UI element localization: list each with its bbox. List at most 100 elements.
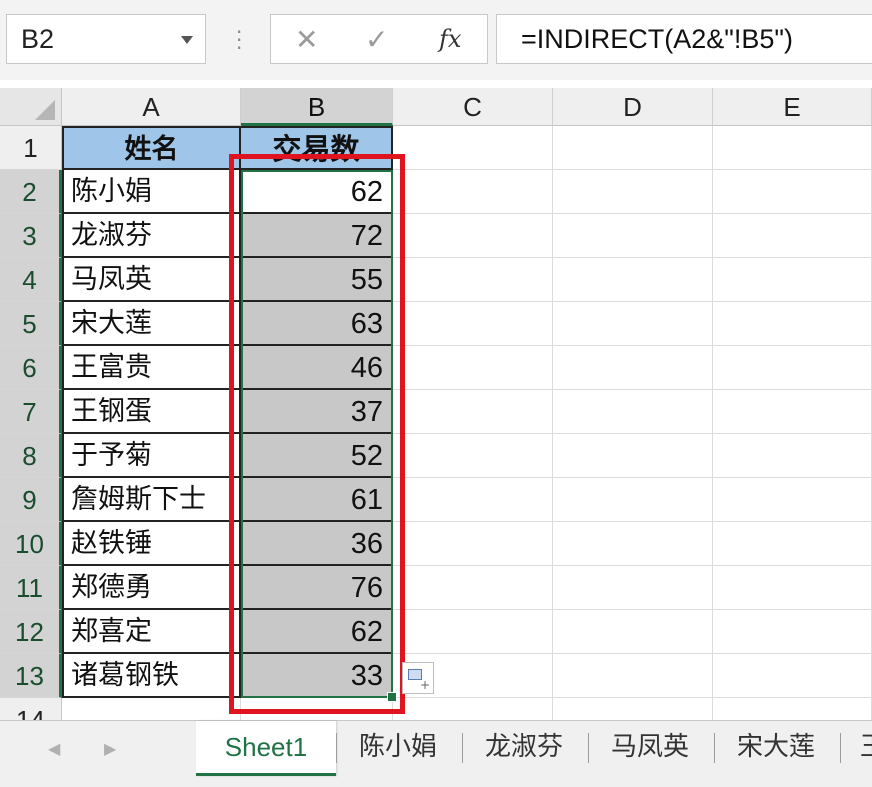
cell-name[interactable]: 诸葛钢铁 [62,654,241,698]
row-header[interactable]: 8 [0,434,62,478]
empty-cell[interactable] [553,214,713,258]
cell-name[interactable] [62,698,241,720]
empty-cell[interactable] [713,654,872,698]
row-header[interactable]: 5 [0,302,62,346]
empty-cell[interactable] [553,522,713,566]
empty-cell[interactable] [713,610,872,654]
cell-name[interactable]: 王钢蛋 [62,390,241,434]
empty-cell[interactable] [553,610,713,654]
row-header[interactable]: 1 [0,126,62,170]
cell-name[interactable]: 郑喜定 [62,610,241,654]
empty-cell[interactable] [713,302,872,346]
empty-cell[interactable] [713,698,872,720]
empty-cell[interactable] [553,478,713,522]
cell-name[interactable]: 赵铁锤 [62,522,241,566]
empty-cell[interactable] [713,346,872,390]
empty-cell[interactable] [713,214,872,258]
empty-cell[interactable] [713,434,872,478]
row-header[interactable]: 2 [0,170,62,214]
cell-count[interactable]: 37 [241,390,393,434]
cell-count[interactable]: 63 [241,302,393,346]
fill-handle[interactable] [387,692,397,702]
cell-count[interactable]: 33 [241,654,393,698]
column-header-c[interactable]: C [393,88,553,126]
more-options-icon[interactable]: · · · [236,22,242,58]
sheet-tab[interactable]: 马凤英 [588,721,712,773]
insert-function-icon[interactable]: fx [439,25,461,53]
chevron-down-icon[interactable] [181,36,193,44]
cell-count[interactable]: 46 [241,346,393,390]
column-header-a[interactable]: A [62,88,241,126]
row-header[interactable]: 9 [0,478,62,522]
empty-cell[interactable] [393,126,553,170]
name-box[interactable]: B2 [6,14,206,64]
cell-count[interactable]: 72 [241,214,393,258]
empty-cell[interactable] [553,170,713,214]
empty-cell[interactable] [393,346,553,390]
empty-cell[interactable] [553,566,713,610]
empty-cell[interactable] [393,434,553,478]
empty-cell[interactable] [553,390,713,434]
empty-cell[interactable] [553,126,713,170]
column-header-d[interactable]: D [553,88,713,126]
cell-name[interactable]: 马凤英 [62,258,241,302]
empty-cell[interactable] [553,302,713,346]
empty-cell[interactable] [713,390,872,434]
enter-icon[interactable]: ✓ [365,23,388,56]
empty-cell[interactable] [393,522,553,566]
empty-cell[interactable] [393,214,553,258]
empty-cell[interactable] [393,258,553,302]
row-header[interactable]: 13 [0,654,62,698]
cell-name[interactable]: 陈小娟 [62,170,241,214]
header-cell-name[interactable]: 姓名 [62,126,241,170]
cell-name[interactable]: 龙淑芬 [62,214,241,258]
empty-cell[interactable] [553,258,713,302]
cell-name[interactable]: 于予菊 [62,434,241,478]
empty-cell[interactable] [393,566,553,610]
empty-cell[interactable] [713,126,872,170]
row-header[interactable]: 10 [0,522,62,566]
empty-cell[interactable] [553,698,713,720]
cell-name[interactable]: 宋大莲 [62,302,241,346]
row-header[interactable]: 12 [0,610,62,654]
header-cell-count[interactable]: 交易数 [241,126,393,170]
empty-cell[interactable] [553,434,713,478]
empty-cell[interactable] [553,654,713,698]
sheet-tab[interactable]: 宋大莲 [714,721,838,773]
cell-count[interactable]: 36 [241,522,393,566]
empty-cell[interactable] [713,170,872,214]
formula-input[interactable]: =INDIRECT(A2&"!B5") [496,14,872,64]
worksheet-grid[interactable]: A B C D E 1 姓名 交易数 2 陈小娟 62 3 龙淑芬 72 4 马凤英 55 5 宋大莲 63 6 王富贵 4… [0,88,872,720]
cell-count[interactable]: 76 [241,566,393,610]
empty-cell[interactable] [713,566,872,610]
sheet-tab[interactable]: Sheet1 [196,721,336,776]
cell-name[interactable]: 郑德勇 [62,566,241,610]
row-header[interactable]: 11 [0,566,62,610]
cell-count[interactable]: 62 [241,610,393,654]
empty-cell[interactable] [393,610,553,654]
cell-count[interactable]: 61 [241,478,393,522]
empty-cell[interactable] [393,390,553,434]
select-all-button[interactable] [0,88,62,126]
empty-cell[interactable] [713,522,872,566]
row-header[interactable]: 7 [0,390,62,434]
column-header-e[interactable]: E [713,88,872,126]
cell-count[interactable]: 52 [241,434,393,478]
row-header[interactable]: 3 [0,214,62,258]
row-header[interactable]: 14 [0,698,62,720]
row-header[interactable]: 4 [0,258,62,302]
empty-cell[interactable] [393,302,553,346]
cancel-icon[interactable]: ✕ [295,23,318,56]
empty-cell[interactable] [713,258,872,302]
quick-analysis-icon[interactable]: + [402,662,434,694]
column-header-b[interactable]: B [241,88,393,126]
cell-name[interactable]: 詹姆斯下士 [62,478,241,522]
sheet-tab[interactable]: 龙淑芬 [462,721,586,773]
tab-scroll-left-icon[interactable]: ◀ [48,739,60,758]
empty-cell[interactable] [393,170,553,214]
empty-cell[interactable] [553,346,713,390]
cell-count[interactable] [241,698,393,720]
tab-scroll-right-icon[interactable]: ▶ [104,739,116,758]
empty-cell[interactable] [393,478,553,522]
cell-count[interactable]: 62 [241,170,393,214]
